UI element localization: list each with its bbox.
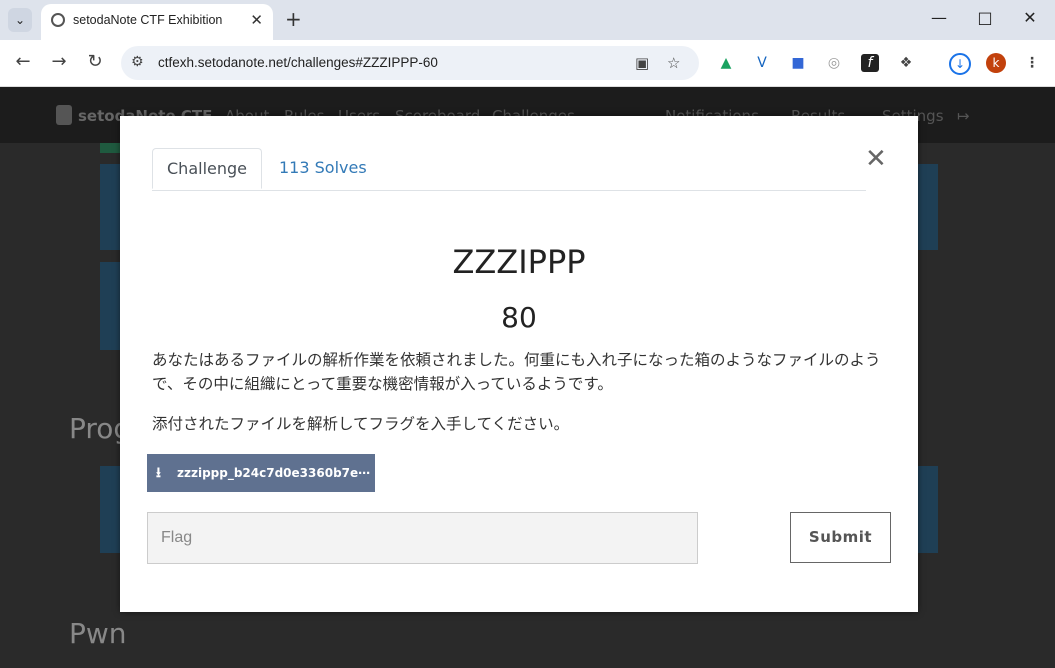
challenge-card[interactable]: [100, 143, 120, 153]
back-button[interactable]: ←: [11, 51, 35, 72]
translate-icon[interactable]: ▣: [635, 54, 649, 72]
compass-extension-icon[interactable]: ◎: [825, 54, 843, 72]
maximize-button[interactable]: □: [970, 8, 1000, 27]
tab-challenge[interactable]: Challenge: [152, 148, 262, 189]
browser-tab[interactable]: setodaNote CTF Exhibition ✕: [41, 4, 273, 40]
new-tab-button[interactable]: +: [285, 8, 302, 30]
bookmark-star-icon[interactable]: ☆: [667, 54, 680, 72]
logout-icon[interactable]: ↦: [957, 107, 970, 125]
url-text[interactable]: ctfexh.setodanote.net/challenges#ZZZIPPP…: [158, 55, 438, 70]
browser-tabstrip: ⌄ setodaNote CTF Exhibition ✕ + — □ ✕: [0, 0, 1055, 40]
tab-title: setodaNote CTF Exhibition: [73, 13, 223, 27]
file-download-button[interactable]: ⭳ zzzippp_b24c7d0e3360b7e⋯: [147, 454, 375, 492]
extensions-puzzle-icon[interactable]: ❖: [897, 54, 915, 72]
challenge-card[interactable]: [100, 164, 120, 250]
downloads-icon[interactable]: ↓: [949, 53, 971, 75]
challenge-description-1: あなたはあるファイルの解析作業を依頼されました。何重にも入れ子になった箱のような…: [152, 351, 881, 393]
download-icon: ⭳: [156, 465, 161, 481]
font-extension-icon[interactable]: f: [861, 54, 879, 72]
flag-input[interactable]: [147, 512, 698, 564]
file-name: zzzippp_b24c7d0e3360b7e⋯: [177, 466, 371, 480]
google-drive-icon[interactable]: ▲: [717, 54, 735, 72]
site-logo-icon: [56, 105, 72, 125]
close-window-button[interactable]: ✕: [1015, 8, 1045, 27]
challenge-card[interactable]: [100, 262, 120, 350]
site-favicon-icon: [51, 13, 65, 27]
extension-v-icon[interactable]: V: [753, 54, 771, 72]
challenge-value: 80: [501, 301, 537, 334]
challenge-name: ZZZIPPP: [452, 243, 586, 281]
challenge-description-2: 添付されたファイルを解析してフラグを入手してください。: [152, 415, 570, 433]
site-info-icon[interactable]: ⚙: [131, 54, 144, 70]
challenge-card[interactable]: [100, 466, 120, 553]
challenge-modal: ✕ Challenge 113 Solves ZZZIPPP 80 あなたはある…: [120, 116, 918, 612]
chat-extension-icon[interactable]: ■: [789, 54, 807, 72]
tab-search-button[interactable]: ⌄: [8, 8, 32, 32]
forward-button[interactable]: →: [47, 51, 71, 72]
challenge-card[interactable]: [918, 466, 938, 553]
submit-button[interactable]: Submit: [790, 512, 891, 563]
reload-button[interactable]: ↻: [83, 51, 107, 72]
tab-close-icon[interactable]: ✕: [250, 11, 263, 29]
browser-menu-icon[interactable]: ⋮: [1023, 54, 1041, 72]
modal-tabs: Challenge 113 Solves: [152, 148, 866, 191]
browser-toolbar: ← → ↻ ⚙ ctfexh.setodanote.net/challenges…: [0, 40, 1055, 87]
profile-avatar[interactable]: k: [986, 53, 1006, 73]
address-bar[interactable]: ⚙ ctfexh.setodanote.net/challenges#ZZZIP…: [121, 46, 699, 80]
modal-close-icon[interactable]: ✕: [865, 146, 887, 172]
section-title-pwn: Pwn: [69, 617, 127, 650]
tab-solves[interactable]: 113 Solves: [279, 148, 367, 188]
minimize-button[interactable]: —: [924, 8, 954, 27]
challenge-card[interactable]: [918, 164, 938, 250]
